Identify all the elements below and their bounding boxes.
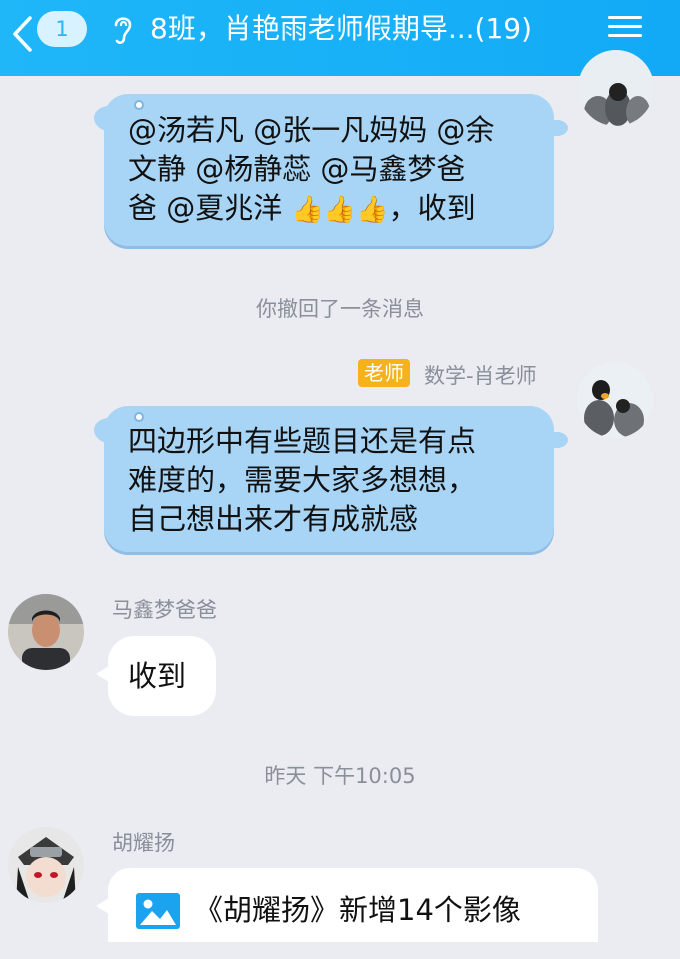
teacher-role-badge: 老师 — [358, 359, 410, 387]
message-text-fragment: ，收到 — [388, 191, 476, 225]
message-bubble-member[interactable]: 收到 — [96, 636, 216, 716]
teacher-avatar[interactable] — [577, 362, 653, 438]
message-text-line: 文静 @杨静蕊 @马鑫梦爸 — [128, 152, 466, 186]
earpiece-mode-icon[interactable] — [110, 11, 136, 47]
chat-title: 8班，肖艳雨老师假期导...(19) — [150, 12, 532, 45]
sender-name: 数学-肖老师 — [424, 364, 537, 388]
message-text-fragment: 爸 @夏兆洋 — [128, 191, 292, 225]
message-text-line: 自己想出来才有成就感 — [128, 502, 419, 536]
message-bubble-own-mentions[interactable]: @汤若凡 @张一凡妈妈 @余 文静 @杨静蕊 @马鑫梦爸 爸 @夏兆洋 👍👍👍，… — [94, 94, 568, 246]
sender-name: 胡耀扬 — [112, 831, 175, 855]
message-text-line: @汤若凡 @张一凡妈妈 @余 — [128, 113, 495, 147]
menu-icon[interactable] — [608, 10, 644, 42]
member-avatar-hu[interactable] — [8, 827, 84, 903]
recall-notice: 你撤回了一条消息 — [256, 297, 424, 321]
sender-name: 马鑫梦爸爸 — [112, 598, 217, 622]
album-update-card[interactable]: 《胡耀扬》新增14个影像 — [96, 868, 598, 942]
message-text-line: 难度的，需要大家多想想， — [128, 463, 477, 497]
chat-header: 1 8班，肖艳雨老师假期导...(19) — [0, 0, 680, 76]
back-chevron-icon[interactable] — [10, 14, 34, 54]
image-icon — [136, 893, 180, 929]
message-text: 收到 — [128, 659, 187, 693]
thumbs-up-emoji: 👍👍👍 — [291, 195, 389, 225]
unread-count-badge[interactable]: 1 — [37, 11, 87, 47]
album-update-text: 《胡耀扬》新增14个影像 — [194, 893, 521, 927]
timestamp-divider: 昨天 下午10:05 — [264, 764, 416, 788]
message-bubble-teacher[interactable]: 四边形中有些题目还是有点 难度的，需要大家多想想， 自己想出来才有成就感 — [94, 406, 568, 552]
message-text-line: 爸 @夏兆洋 👍👍👍，收到 — [128, 189, 534, 230]
my-avatar-top[interactable] — [578, 50, 654, 126]
member-avatar-ma[interactable] — [8, 594, 84, 670]
message-text-line: 四边形中有些题目还是有点 — [128, 424, 477, 458]
